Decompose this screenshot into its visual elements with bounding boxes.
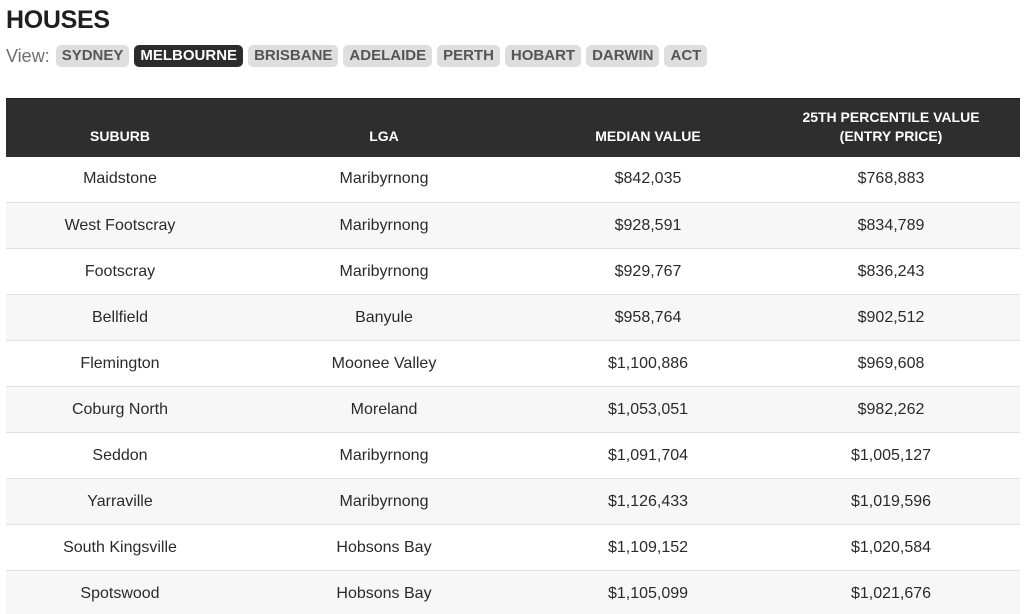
cell-suburb: Yarraville <box>87 492 153 510</box>
table-row: Footscray Maribyrnong $929,767 $836,243 <box>6 248 1020 295</box>
cell-lga: Moreland <box>350 400 418 418</box>
cell-suburb: Footscray <box>84 262 156 280</box>
cell-lga: Hobsons Bay <box>336 538 432 556</box>
header-suburb[interactable]: SUBURB <box>6 98 234 157</box>
cell-entry-price: $1,019,596 <box>850 492 932 510</box>
tab-act[interactable]: ACT <box>664 45 708 67</box>
view-selector: View: SYDNEY MELBOURNE BRISBANE ADELAIDE… <box>6 44 712 68</box>
cell-suburb: Seddon <box>92 446 148 464</box>
table-body: Maidstone Maribyrnong $842,035 $768,883 West… <box>6 156 1020 614</box>
table-row: Spotswood Hobsons Bay $1,105,099 $1,021,676 <box>6 570 1020 614</box>
table-row: Flemington Moonee Valley $1,100,886 $969,60… <box>6 340 1020 387</box>
tab-brisbane[interactable]: BRISBANE <box>248 45 339 67</box>
cell-lga: Banyule <box>355 308 413 326</box>
houses-table: SUBURB LGA MEDIAN VALUE 25TH PERCENTILE … <box>6 98 1020 614</box>
tab-perth[interactable]: PERTH <box>437 45 500 67</box>
cell-lga: Maribyrnong <box>339 216 429 234</box>
cell-median-value: $929,767 <box>614 262 682 280</box>
cell-entry-price: $982,262 <box>857 400 925 418</box>
table-row: South Kingsville Hobsons Bay $1,109,152 $1,… <box>6 524 1020 571</box>
houses-table-container: SUBURB LGA MEDIAN VALUE 25TH PERCENTILE … <box>6 98 1020 614</box>
cell-entry-price: $836,243 <box>857 262 925 280</box>
table-row: Maidstone Maribyrnong $842,035 $768,883 <box>6 156 1020 203</box>
cell-median-value: $1,053,051 <box>607 400 689 418</box>
cell-entry-price: $1,021,676 <box>850 584 932 602</box>
page: HOUSES View: SYDNEY MELBOURNE BRISBANE A… <box>0 0 1024 614</box>
header-25th-percentile-value[interactable]: 25TH PERCENTILE VALUE (ENTRY PRICE) <box>762 98 1020 157</box>
tab-darwin[interactable]: DARWIN <box>586 45 660 67</box>
header-entry-price-line: (ENTRY PRICE) <box>839 127 943 144</box>
cell-suburb: Spotswood <box>80 584 160 602</box>
cell-entry-price: $768,883 <box>857 170 925 188</box>
header-25th-percentile-line: 25TH PERCENTILE VALUE <box>802 108 980 125</box>
cell-entry-price: $1,020,584 <box>850 538 932 556</box>
cell-median-value: $928,591 <box>614 216 682 234</box>
cell-median-value: $1,126,433 <box>607 492 689 510</box>
cell-entry-price: $1,005,127 <box>850 446 932 464</box>
header-lga[interactable]: LGA <box>234 98 534 157</box>
cell-lga: Maribyrnong <box>339 446 429 464</box>
view-label: View: <box>6 46 50 66</box>
cell-suburb: West Footscray <box>64 216 176 234</box>
cell-suburb: Coburg North <box>71 400 169 418</box>
tab-hobart[interactable]: HOBART <box>504 45 582 67</box>
table-header-row: SUBURB LGA MEDIAN VALUE 25TH PERCENTILE … <box>6 98 1020 157</box>
cell-suburb: Bellfield <box>91 308 149 326</box>
cell-suburb: Maidstone <box>83 170 157 188</box>
tab-sydney[interactable]: SYDNEY <box>55 45 130 67</box>
cell-lga: Hobsons Bay <box>336 584 432 602</box>
table-row: Coburg North Moreland $1,053,051 $982,262 <box>6 386 1020 433</box>
city-tabs: SYDNEY MELBOURNE BRISBANE ADELAIDE PERTH… <box>55 45 713 67</box>
table-row: Seddon Maribyrnong $1,091,704 $1,005,127 <box>6 432 1020 479</box>
cell-lga: Maribyrnong <box>339 492 429 510</box>
cell-median-value: $1,109,152 <box>607 538 689 556</box>
cell-median-value: $842,035 <box>614 170 682 188</box>
cell-median-value: $1,105,099 <box>607 584 689 602</box>
cell-lga: Maribyrnong <box>339 262 429 280</box>
tab-adelaide[interactable]: ADELAIDE <box>343 45 433 67</box>
cell-median-value: $1,091,704 <box>607 446 689 464</box>
header-median-value[interactable]: MEDIAN VALUE <box>534 98 762 157</box>
cell-entry-price: $902,512 <box>857 308 925 326</box>
table-row: Bellfield Banyule $958,764 $902,512 <box>6 294 1020 341</box>
cell-lga: Moonee Valley <box>331 354 437 372</box>
cell-suburb: Flemington <box>80 354 160 372</box>
cell-suburb: South Kingsville <box>63 538 177 556</box>
table-row: Yarraville Maribyrnong $1,126,433 $1,019,59… <box>6 478 1020 525</box>
cell-median-value: $958,764 <box>614 308 682 326</box>
page-title: HOUSES <box>6 6 110 34</box>
cell-entry-price: $834,789 <box>857 216 925 234</box>
cell-entry-price: $969,608 <box>857 354 925 372</box>
cell-median-value: $1,100,886 <box>607 354 689 372</box>
cell-lga: Maribyrnong <box>339 170 429 188</box>
table-row: West Footscray Maribyrnong $928,591 $834,78… <box>6 202 1020 249</box>
tab-melbourne[interactable]: MELBOURNE <box>134 45 244 67</box>
